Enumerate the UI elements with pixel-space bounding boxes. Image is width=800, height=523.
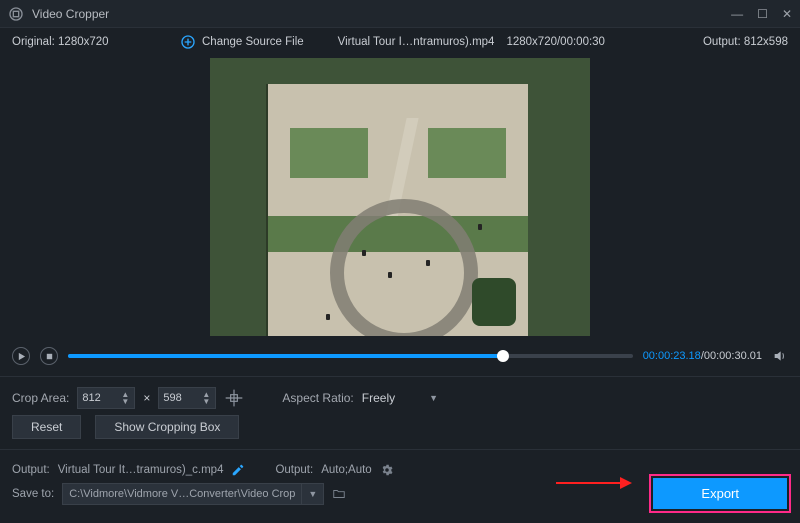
minimize-button[interactable]: — [731,7,743,21]
output-settings-value: Auto;Auto [321,464,372,476]
height-down-icon[interactable]: ▼ [201,398,211,405]
video-preview[interactable] [210,58,590,336]
chevron-down-icon: ▼ [429,393,438,403]
save-to-label: Save to: [12,488,54,500]
volume-icon[interactable] [772,348,788,364]
file-name: Virtual Tour I…ntramuros).mp4 [338,36,495,48]
edit-filename-icon[interactable] [231,463,245,477]
infobar: Original: 1280x720 Change Source File Vi… [0,28,800,56]
original-dim: Original: 1280x720 [12,36,162,48]
export-wrap: Export [653,478,787,509]
annotation-arrow [556,476,632,495]
app-logo-icon [8,6,24,22]
app-title: Video Cropper [32,7,731,21]
stop-button[interactable] [40,347,58,365]
width-down-icon[interactable]: ▼ [120,398,130,405]
file-meta: 1280x720/00:00:30 [506,36,604,48]
output-file-name: Virtual Tour It…tramuros)_c.mp4 [58,464,224,476]
center-crop-icon[interactable] [224,388,244,408]
output-dim: Output: 812x598 [703,36,788,48]
maximize-button[interactable]: ☐ [757,7,768,21]
window-buttons: — ☐ ✕ [731,7,792,21]
reset-button[interactable]: Reset [12,415,81,439]
show-cropping-box-button[interactable]: Show Cropping Box [95,415,239,439]
player-controls: 00:00:23.18/00:00:30.01 [0,342,800,370]
output-settings-icon[interactable] [380,463,394,477]
output-settings-label: Output: [275,464,313,476]
plus-circle-icon [180,34,196,50]
play-button[interactable] [12,347,30,365]
aspect-ratio-dropdown[interactable]: Freely▼ [362,387,454,409]
multiply-sign: × [143,391,150,405]
close-button[interactable]: ✕ [782,7,792,21]
seek-thumb[interactable] [497,350,509,362]
save-path-value: C:\Vidmore\Vidmore V…Converter\Video Cro… [63,488,301,500]
open-folder-icon[interactable] [332,487,346,501]
export-button[interactable]: Export [653,478,787,509]
save-path-selector[interactable]: C:\Vidmore\Vidmore V…Converter\Video Cro… [62,483,324,505]
crop-buttons: Reset Show Cropping Box [0,415,800,449]
crop-width-input[interactable]: 812▲▼ [77,387,135,409]
preview-area [0,56,800,342]
titlebar: Video Cropper — ☐ ✕ [0,0,800,28]
crop-settings: Crop Area: 812▲▼ × 598▲▼ Aspect Ratio: F… [0,377,800,415]
output-file-label: Output: [12,464,50,476]
seek-slider[interactable] [68,354,633,358]
time-display: 00:00:23.18/00:00:30.01 [643,350,762,362]
crop-area-label: Crop Area: [12,391,69,405]
crop-height-input[interactable]: 598▲▼ [158,387,216,409]
chevron-down-icon[interactable]: ▼ [302,489,323,499]
change-source-button[interactable]: Change Source File [180,34,304,50]
aspect-ratio-label: Aspect Ratio: [282,391,353,405]
